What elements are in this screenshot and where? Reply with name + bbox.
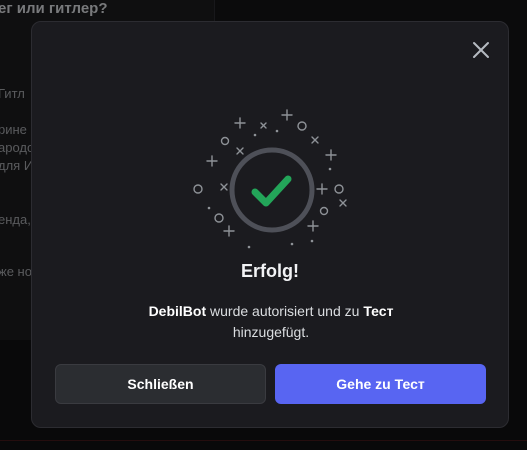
modal-title: Erfolg! [241, 261, 299, 281]
close-button[interactable]: Schließen [55, 364, 266, 404]
modal-message: DebilBot wurde autorisiert und zu Тест h… [92, 301, 450, 343]
message-tail: hinzugefügt. [232, 324, 310, 340]
close-modal-button[interactable] [470, 39, 492, 61]
success-modal: Erfolg! DebilBot wurde autorisiert und z… [31, 21, 509, 428]
close-button-label: Schließen [127, 376, 194, 392]
server-name: Тест [363, 303, 394, 319]
go-button-server: Тест [394, 376, 425, 392]
message-middle: wurde autorisiert und zu [206, 303, 364, 319]
go-button-label: Gehe zu Тест [336, 376, 424, 392]
go-button-prefix: Gehe zu [336, 376, 395, 392]
bot-name: DebilBot [148, 303, 207, 319]
checkmark-ring [229, 147, 315, 233]
success-illustration [192, 104, 352, 264]
close-icon [473, 42, 489, 58]
go-to-server-button[interactable]: Gehe zu Тест [275, 364, 486, 404]
